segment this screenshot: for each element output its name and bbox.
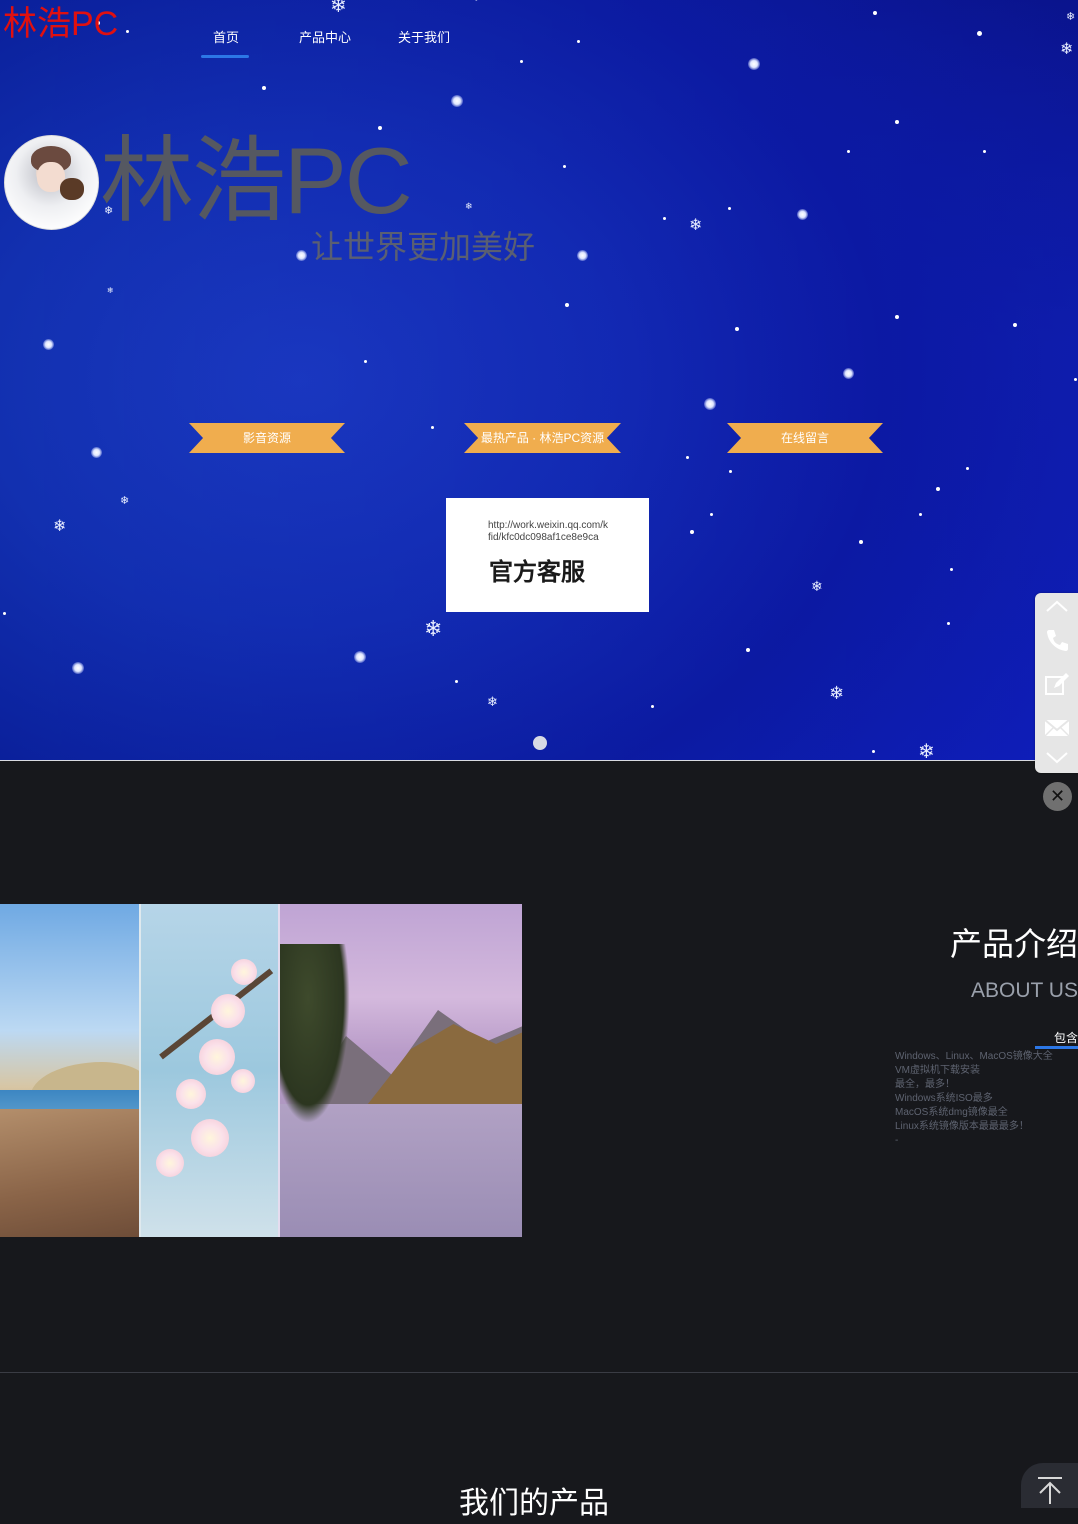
ribbon-hot-products[interactable]: 最热产品 · 林浩PC资源 — [464, 423, 621, 453]
about-desc-line: Windows系统ISO最多 — [895, 1093, 993, 1104]
products-title: 我们的产品 — [459, 1487, 609, 1520]
side-scroll-down[interactable] — [1035, 749, 1078, 773]
side-toolbar — [1035, 593, 1078, 773]
nav-item-home[interactable]: 首页 — [213, 24, 239, 52]
phone-icon — [1047, 630, 1068, 651]
hero-banner: ❄ ❄ ❄ ❄ ❄ ❄ ❄ ❄ ❄ ❄ ❄ ❄ ❄ ❄ ❄ 林浩PC 首页 产品… — [0, 0, 1078, 760]
about-tag[interactable]: 包含 — [1054, 1030, 1078, 1046]
mail-icon — [1044, 719, 1070, 737]
side-phone-button[interactable] — [1035, 619, 1078, 659]
arrow-up-to-top-icon — [1038, 1477, 1062, 1504]
customer-service-popup[interactable]: http://work.weixin.qq.com/kfid/kfc0dc098… — [446, 498, 649, 612]
hero-title: 林浩PC — [100, 128, 413, 233]
about-desc-line: 最全，最多！ — [895, 1079, 955, 1090]
chevron-up-icon — [1046, 600, 1068, 612]
chevron-down-icon — [1046, 752, 1068, 764]
hero-divider — [0, 760, 1078, 761]
nav-item-about[interactable]: 关于我们 — [398, 24, 450, 52]
about-desc-line: MacOS系统dmg镜像最全 — [895, 1107, 1008, 1118]
about-description: Windows、Linux、MacOS镜像大全 VM虚拟机下载安装 最全，最多！… — [895, 1050, 1078, 1148]
slide-indicator-dot[interactable] — [533, 736, 547, 750]
customer-service-url[interactable]: http://work.weixin.qq.com/kfid/kfc0dc098… — [488, 520, 610, 544]
edit-icon — [1045, 673, 1069, 695]
nav-item-products[interactable]: 产品中心 — [299, 24, 351, 52]
section-divider — [0, 1372, 1078, 1373]
site-logo-text[interactable]: 林浩PC — [3, 4, 118, 44]
ribbon-media-resources[interactable]: 影音资源 — [189, 423, 345, 453]
close-icon[interactable]: ✕ — [1043, 782, 1072, 811]
ribbon-online-message[interactable]: 在线留言 — [727, 423, 883, 453]
customer-service-title: 官方客服 — [489, 559, 585, 586]
back-to-top-button[interactable] — [1021, 1463, 1078, 1508]
about-desc-line: - — [895, 1135, 899, 1146]
about-tag-underline — [1035, 1046, 1078, 1049]
about-desc-line: VM虚拟机下载安装 — [895, 1065, 980, 1076]
about-desc-line: Windows、Linux、MacOS镜像大全 — [895, 1051, 1053, 1062]
nav-active-indicator — [201, 55, 249, 58]
about-image — [0, 904, 522, 1237]
about-subtitle-en: ABOUT US — [971, 979, 1078, 1002]
about-title: 产品介绍 — [950, 926, 1078, 962]
side-mail-button[interactable] — [1035, 707, 1078, 747]
side-scroll-up[interactable] — [1035, 593, 1078, 619]
side-edit-button[interactable] — [1035, 663, 1078, 703]
about-desc-line: Linux系统镜像版本最最最多！ — [895, 1121, 1029, 1132]
hero-subtitle: 让世界更加美好 — [311, 229, 536, 265]
avatar — [4, 135, 99, 230]
